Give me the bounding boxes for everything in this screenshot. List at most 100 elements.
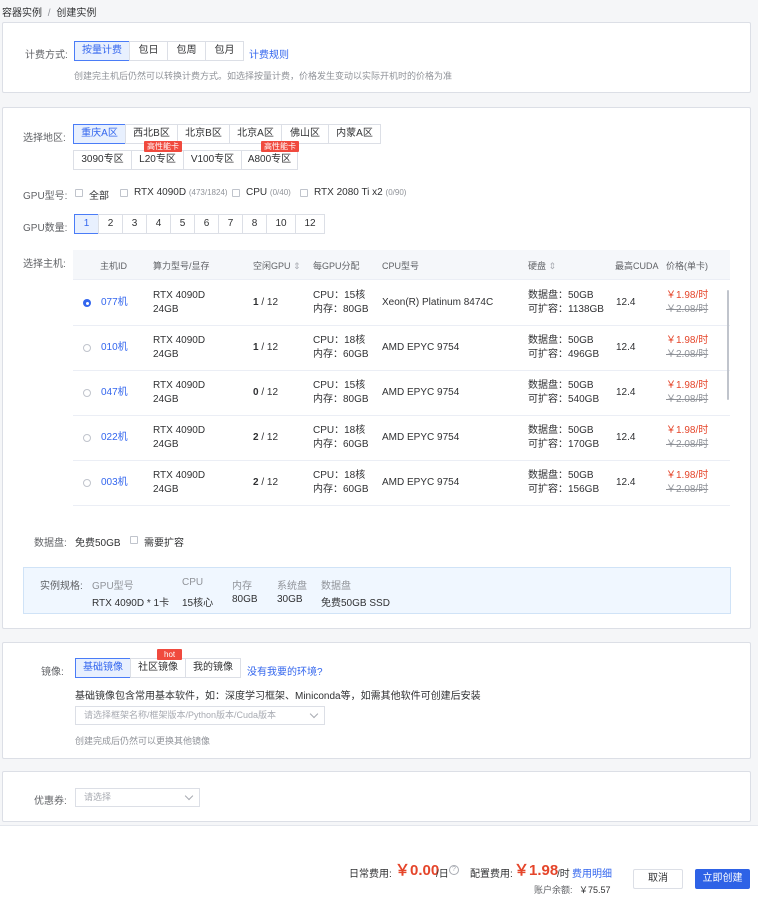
- region-l20[interactable]: L20专区: [131, 150, 184, 170]
- table-row[interactable]: 047机 RTX 4090D 24GB 0 / 12 CPU：15核 内存：80…: [73, 371, 730, 416]
- host-free-gpu: 0 / 12: [253, 387, 279, 398]
- region-neimeng-a[interactable]: 内蒙A区: [328, 124, 381, 144]
- host-price: ￥1.98/时: [666, 290, 709, 301]
- host-radio[interactable]: [83, 434, 91, 442]
- gpu-count-10[interactable]: 10: [266, 214, 296, 234]
- host-id[interactable]: 077机: [101, 296, 128, 310]
- gpu-model-4090d[interactable]: RTX 4090D (473/1824): [134, 187, 228, 198]
- spec-sys-disk-value: 30GB: [277, 594, 303, 605]
- region-a800[interactable]: A800专区: [241, 150, 298, 170]
- expand-disk-label[interactable]: 需要扩容: [144, 534, 184, 549]
- host-cpu-model: Xeon(R) Platinum 8474C: [382, 297, 494, 308]
- host-radio-selected[interactable]: [83, 299, 91, 307]
- spec-header-cpu: CPU: [182, 577, 204, 588]
- breadcrumb-current: 创建实例: [56, 8, 97, 19]
- high-performance-badge: 高性能卡: [261, 141, 299, 152]
- host-label: 选择主机:: [23, 259, 66, 270]
- host-price: ￥1.98/时: [666, 380, 709, 391]
- gpu-count-12[interactable]: 12: [295, 214, 325, 234]
- host-price: ￥1.98/时: [666, 470, 709, 481]
- host-free-gpu: 1 / 12: [253, 297, 279, 308]
- host-vram: 24GB: [153, 349, 179, 360]
- gpu-count-4[interactable]: 4: [146, 214, 171, 234]
- chevron-down-icon: [184, 791, 194, 801]
- gpu-model-cpu[interactable]: CPU (0/40): [246, 187, 291, 198]
- host-old-price: ￥2.08/时: [666, 304, 709, 315]
- host-cuda: 12.4: [616, 342, 636, 353]
- table-row[interactable]: 022机 RTX 4090D 24GB 2 / 12 CPU：18核 内存：60…: [73, 416, 730, 461]
- host-id[interactable]: 010机: [101, 341, 128, 355]
- tab-community-image[interactable]: 社区镜像: [130, 658, 186, 678]
- high-performance-badge: 高性能卡: [144, 141, 182, 152]
- host-free-gpu: 2 / 12: [253, 432, 279, 443]
- host-disk: 数据盘：50GB: [528, 335, 594, 346]
- breadcrumb: 容器实例 / 创建实例: [2, 4, 96, 19]
- region-label: 选择地区:: [23, 133, 66, 144]
- host-cuda: 12.4: [616, 477, 636, 488]
- config-cost-unit: /时: [557, 869, 570, 880]
- coupon-card: 优惠券: 请选择: [2, 771, 751, 822]
- col-disk[interactable]: 硬盘 ⇕: [528, 259, 556, 272]
- gpu-model-cpu-checkbox[interactable]: [232, 189, 240, 197]
- breadcrumb-parent[interactable]: 容器实例: [2, 8, 42, 19]
- coupon-select[interactable]: 请选择: [75, 788, 200, 807]
- col-gpu-model: 算力型号/显存: [153, 261, 210, 271]
- hot-badge: hot: [157, 649, 183, 660]
- footer-bar: 日常费用: ￥0.00 /日 ? 配置费用: ￥1.98 /时 费用明细 账户余…: [0, 825, 758, 897]
- host-radio[interactable]: [83, 479, 91, 487]
- host-cuda: 12.4: [616, 297, 636, 308]
- help-icon[interactable]: ?: [449, 865, 459, 875]
- host-cpu-model: AMD EPYC 9754: [382, 387, 460, 398]
- table-row[interactable]: 003机 RTX 4090D 24GB 2 / 12 CPU：18核 内存：60…: [73, 461, 730, 506]
- billing-option-pay-as-you-go[interactable]: 按量计费: [74, 41, 130, 61]
- spec-header-data-disk: 数据盘: [321, 581, 351, 592]
- gpu-count-5[interactable]: 5: [170, 214, 195, 234]
- gpu-model-all-checkbox[interactable]: [75, 189, 83, 197]
- gpu-count-2[interactable]: 2: [98, 214, 123, 234]
- expand-disk-checkbox[interactable]: [130, 536, 138, 544]
- gpu-count-1[interactable]: 1: [74, 214, 99, 234]
- billing-rules-link[interactable]: 计费规则: [249, 46, 289, 61]
- billing-option-weekly[interactable]: 包周: [167, 41, 206, 61]
- config-card: 选择地区: 重庆A区 西北B区 北京B区 北京A区 佛山区 内蒙A区 3090专…: [2, 107, 751, 629]
- table-row[interactable]: 077机 RTX 4090D 24GB 1 / 12 CPU：15核 内存：80…: [73, 281, 730, 326]
- host-id[interactable]: 047机: [101, 386, 128, 400]
- missing-env-link[interactable]: 没有我要的环境?: [247, 663, 323, 678]
- gpu-model-2080ti-checkbox[interactable]: [300, 189, 308, 197]
- table-row[interactable]: 010机 RTX 4090D 24GB 1 / 12 CPU：18核 内存：60…: [73, 326, 730, 371]
- gpu-model-4090d-checkbox[interactable]: [120, 189, 128, 197]
- data-disk-label: 数据盘:: [34, 538, 67, 549]
- image-select-placeholder: 请选择框架名称/框架版本/Python版本/Cuda版本: [84, 710, 277, 720]
- billing-hint: 创建完主机后仍然可以转换计费方式。如选择按量计费，价格发生变动以实际开机时的价格…: [74, 71, 453, 81]
- host-radio[interactable]: [83, 344, 91, 352]
- tab-base-image[interactable]: 基础镜像: [75, 658, 131, 678]
- region-3090[interactable]: 3090专区: [73, 150, 132, 170]
- cost-detail-link[interactable]: 费用明细: [572, 865, 612, 880]
- region-v100[interactable]: V100专区: [183, 150, 242, 170]
- cancel-button[interactable]: 取消: [633, 869, 683, 889]
- host-id[interactable]: 022机: [101, 431, 128, 445]
- create-button[interactable]: 立即创建: [695, 869, 750, 889]
- billing-option-daily[interactable]: 包日: [129, 41, 168, 61]
- host-price: ￥1.98/时: [666, 425, 709, 436]
- host-cpu-alloc: CPU：18核: [313, 425, 366, 436]
- gpu-count-3[interactable]: 3: [122, 214, 147, 234]
- host-radio[interactable]: [83, 389, 91, 397]
- host-id[interactable]: 003机: [101, 476, 128, 490]
- gpu-model-2080ti[interactable]: RTX 2080 Ti x2 (0/90): [314, 187, 406, 198]
- region-beijing-b[interactable]: 北京B区: [177, 124, 230, 144]
- sort-icon: ⇕: [293, 261, 301, 271]
- image-select[interactable]: 请选择框架名称/框架版本/Python版本/Cuda版本: [75, 706, 325, 725]
- gpu-count-8[interactable]: 8: [242, 214, 267, 234]
- gpu-count-7[interactable]: 7: [218, 214, 243, 234]
- gpu-count-6[interactable]: 6: [194, 214, 219, 234]
- host-cpu-alloc: CPU：15核: [313, 380, 366, 391]
- col-free-gpu[interactable]: 空闲GPU ⇕: [253, 259, 301, 272]
- billing-option-monthly[interactable]: 包月: [205, 41, 244, 61]
- table-scrollbar[interactable]: [727, 290, 729, 400]
- tab-my-image[interactable]: 我的镜像: [185, 658, 241, 678]
- config-cost-value: ￥1.98: [514, 862, 559, 879]
- host-disk: 数据盘：50GB: [528, 470, 594, 481]
- region-chongqing-a[interactable]: 重庆A区: [73, 124, 126, 144]
- gpu-model-all[interactable]: 全部: [89, 187, 109, 202]
